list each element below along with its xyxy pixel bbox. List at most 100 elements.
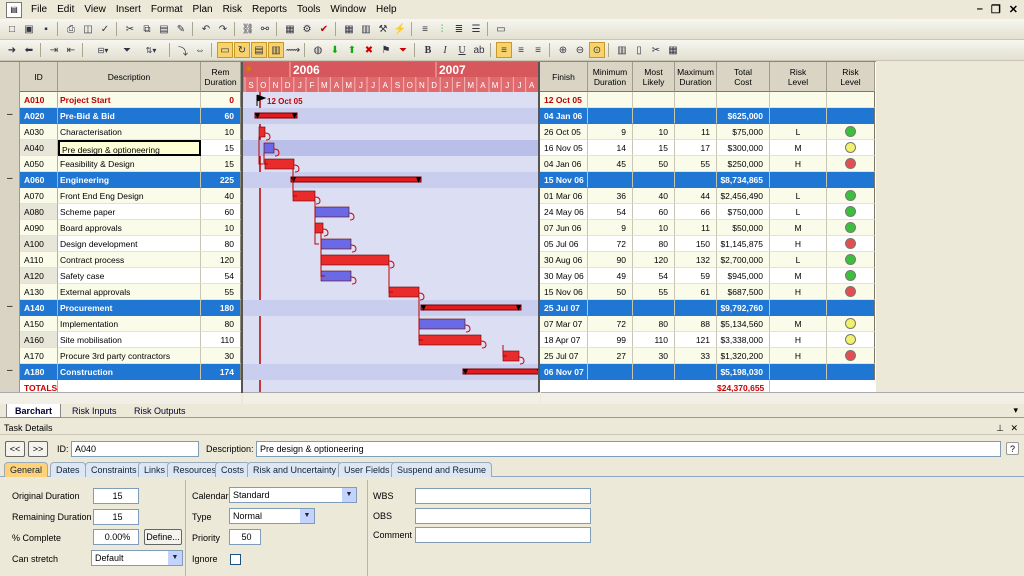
- total-cost-cell[interactable]: $2,456,490: [717, 188, 770, 204]
- id-field[interactable]: A040: [71, 441, 199, 457]
- copy-icon[interactable]: ⧉: [139, 21, 155, 37]
- menu-help[interactable]: Help: [371, 4, 402, 15]
- total-cost-cell[interactable]: $2,700,000: [717, 252, 770, 268]
- tab-barchart[interactable]: Barchart: [6, 404, 62, 418]
- task-description-cell[interactable]: Project Start: [58, 92, 201, 108]
- finish-cell[interactable]: 15 Nov 06: [540, 284, 588, 300]
- minimize-icon[interactable]: –: [977, 3, 983, 16]
- finish-cell[interactable]: 24 May 06: [540, 204, 588, 220]
- task-id-cell[interactable]: A120: [20, 268, 58, 284]
- max-duration-cell[interactable]: 11: [675, 124, 717, 140]
- filter-green-icon[interactable]: ⫶: [434, 21, 450, 37]
- min-duration-cell[interactable]: 49: [588, 268, 633, 284]
- risk-level-cell[interactable]: M: [770, 268, 827, 284]
- finish-cell[interactable]: 07 Mar 07: [540, 316, 588, 332]
- bold-icon[interactable]: B: [420, 42, 436, 58]
- task-description-cell[interactable]: Contract process: [58, 252, 201, 268]
- col-total-cost-header[interactable]: Total Cost: [717, 62, 770, 92]
- risk-level-cell[interactable]: M: [770, 140, 827, 156]
- most-likely-cell[interactable]: [633, 92, 675, 108]
- finish-cell[interactable]: 18 Apr 07: [540, 332, 588, 348]
- task-description-cell[interactable]: Front End Eng Design: [58, 188, 201, 204]
- col-risk-level-header[interactable]: Risk Level: [770, 62, 827, 92]
- critical-icon[interactable]: ⟿: [285, 42, 301, 58]
- task-description-cell[interactable]: Characterisation: [58, 124, 201, 140]
- min-duration-cell[interactable]: 72: [588, 316, 633, 332]
- max-duration-cell[interactable]: 55: [675, 156, 717, 172]
- most-likely-cell[interactable]: [633, 172, 675, 188]
- finish-cell[interactable]: 07 Jun 06: [540, 220, 588, 236]
- barchart-mode-icon[interactable]: ▭: [217, 42, 233, 58]
- down-green-icon[interactable]: ⬇: [327, 42, 343, 58]
- italic-icon[interactable]: I: [437, 42, 453, 58]
- priority-field[interactable]: 50: [229, 529, 261, 545]
- format-painter-icon[interactable]: ✎: [173, 21, 189, 37]
- zoom-fit-icon[interactable]: ⊙: [589, 42, 605, 58]
- menu-view[interactable]: View: [79, 4, 111, 15]
- gantt-chart[interactable]: S O N D J F M A M J J A S O N D J F M A M J J A 2006 2007 ✷ 12 Oct …: [241, 62, 540, 393]
- arrow-left-icon[interactable]: ⬅: [21, 42, 37, 58]
- min-duration-cell[interactable]: [588, 364, 633, 380]
- chart-small-icon[interactable]: ▯: [631, 42, 647, 58]
- min-duration-cell[interactable]: 54: [588, 204, 633, 220]
- hammer-icon[interactable]: ⚡: [392, 21, 408, 37]
- risk-level-cell[interactable]: [770, 364, 827, 380]
- filter-icon[interactable]: ⏷: [119, 42, 135, 58]
- col-rem-duration-header[interactable]: Rem Duration: [201, 62, 241, 92]
- risk-level-cell[interactable]: L: [770, 124, 827, 140]
- task-description-cell[interactable]: Procure 3rd party contractors: [58, 348, 201, 364]
- min-duration-cell[interactable]: 45: [588, 156, 633, 172]
- max-duration-cell[interactable]: 150: [675, 236, 717, 252]
- align-center-icon[interactable]: ≡: [513, 42, 529, 58]
- rem-duration-cell[interactable]: 0: [201, 92, 241, 108]
- sort-dropdown[interactable]: ⇅▾: [136, 42, 166, 58]
- total-cost-cell[interactable]: $3,338,000: [717, 332, 770, 348]
- tab-risk-inputs[interactable]: Risk Inputs: [64, 404, 125, 418]
- task-description-cell[interactable]: Scheme paper: [58, 204, 201, 220]
- rem-duration-cell[interactable]: 55: [201, 284, 241, 300]
- columns-icon[interactable]: ▥: [614, 42, 630, 58]
- split-icon[interactable]: ▤: [251, 42, 267, 58]
- max-duration-cell[interactable]: 17: [675, 140, 717, 156]
- total-cost-cell[interactable]: $5,134,560: [717, 316, 770, 332]
- rem-duration-cell[interactable]: 110: [201, 332, 241, 348]
- most-likely-cell[interactable]: 55: [633, 284, 675, 300]
- align-right-icon[interactable]: ≡: [530, 42, 546, 58]
- delete-icon[interactable]: ✖: [361, 42, 377, 58]
- total-cost-cell[interactable]: $300,000: [717, 140, 770, 156]
- can-stretch-select[interactable]: Default ▼: [91, 550, 183, 566]
- zoom-in-icon[interactable]: ⊕: [555, 42, 571, 58]
- max-duration-cell[interactable]: 59: [675, 268, 717, 284]
- task-id-cell[interactable]: A180: [20, 364, 58, 380]
- task-description-cell[interactable]: External approvals: [58, 284, 201, 300]
- finish-cell[interactable]: 01 Mar 06: [540, 188, 588, 204]
- group-dropdown[interactable]: ⊟▾: [88, 42, 118, 58]
- task-description-cell[interactable]: Feasibility & Design: [58, 156, 201, 172]
- tabs-menu-icon[interactable]: ▾: [1013, 405, 1018, 416]
- finish-cell[interactable]: 30 Aug 06: [540, 252, 588, 268]
- orig-duration-field[interactable]: 15: [93, 488, 139, 504]
- rem-duration-cell[interactable]: 80: [201, 236, 241, 252]
- rem-duration-cell[interactable]: 54: [201, 268, 241, 284]
- task-description-cell[interactable]: Implementation: [58, 316, 201, 332]
- min-duration-cell[interactable]: 36: [588, 188, 633, 204]
- gear-icon[interactable]: ⚙: [299, 21, 315, 37]
- col-id-header[interactable]: ID: [20, 62, 58, 92]
- details-tab-suspend-and-resume[interactable]: Suspend and Resume: [391, 462, 493, 477]
- total-cost-cell[interactable]: $1,320,200: [717, 348, 770, 364]
- total-cost-cell[interactable]: $5,198,030: [717, 364, 770, 380]
- total-cost-cell[interactable]: $250,000: [717, 156, 770, 172]
- col-min-duration-header[interactable]: Minimum Duration: [588, 62, 633, 92]
- rem-duration-cell[interactable]: 180: [201, 300, 241, 316]
- print-preview-icon[interactable]: ◫: [80, 21, 96, 37]
- rem-duration-cell[interactable]: 225: [201, 172, 241, 188]
- most-likely-cell[interactable]: [633, 364, 675, 380]
- risk-level-cell[interactable]: [770, 172, 827, 188]
- most-likely-cell[interactable]: 60: [633, 204, 675, 220]
- up-green-icon[interactable]: ⬆: [344, 42, 360, 58]
- rem-duration-cell[interactable]: 60: [201, 204, 241, 220]
- min-duration-cell[interactable]: 27: [588, 348, 633, 364]
- new-icon[interactable]: □: [4, 21, 20, 37]
- task-id-cell[interactable]: A110: [20, 252, 58, 268]
- strikethrough-icon[interactable]: ab: [471, 42, 487, 58]
